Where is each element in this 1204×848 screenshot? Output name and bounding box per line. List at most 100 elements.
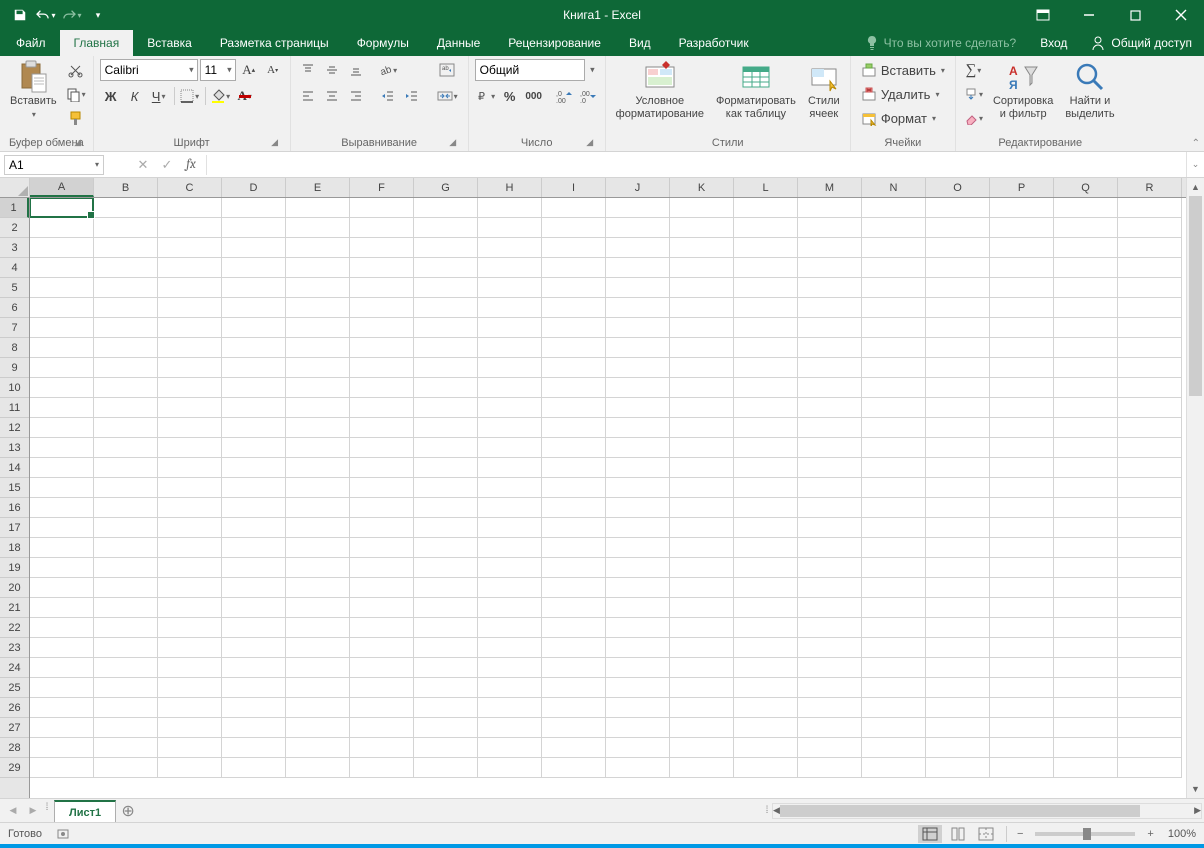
paste-button[interactable]: Вставить▾ [6, 59, 61, 123]
horizontal-scrollbar[interactable]: ◀ ▶ [772, 803, 1202, 819]
zoom-out-button[interactable]: − [1015, 828, 1025, 840]
tab-data[interactable]: Данные [423, 30, 494, 56]
page-break-view-button[interactable] [974, 825, 998, 843]
wrap-text-button[interactable]: ab [433, 59, 462, 81]
save-button[interactable] [8, 3, 32, 27]
percent-button[interactable]: % [499, 85, 521, 107]
cells-area[interactable] [30, 198, 1186, 798]
row-header-6[interactable]: 6 [0, 298, 29, 318]
alignment-dialog-launcher[interactable]: ◢ [446, 135, 460, 149]
font-color-button[interactable]: A▾ [234, 85, 256, 107]
find-select-button[interactable]: Найти и выделить [1061, 59, 1118, 123]
column-header-F[interactable]: F [350, 178, 414, 197]
expand-formula-bar-button[interactable]: ⌄ [1186, 152, 1204, 177]
vertical-scroll-thumb[interactable] [1189, 196, 1202, 396]
cut-button[interactable] [65, 59, 87, 81]
row-header-25[interactable]: 25 [0, 678, 29, 698]
macro-record-icon[interactable] [56, 827, 70, 841]
align-bottom-button[interactable] [345, 59, 367, 81]
increase-font-button[interactable]: A▴ [238, 59, 260, 81]
autosum-button[interactable]: ∑▾ [962, 59, 985, 81]
tab-split-handle[interactable]: ⁞ [44, 802, 50, 820]
delete-cells-button[interactable]: Удалить▾ [857, 83, 949, 105]
align-left-button[interactable] [297, 85, 319, 107]
row-header-16[interactable]: 16 [0, 498, 29, 518]
format-painter-button[interactable] [65, 107, 87, 129]
row-header-23[interactable]: 23 [0, 638, 29, 658]
ribbon-display-options-button[interactable] [1020, 0, 1066, 30]
page-layout-view-button[interactable] [946, 825, 970, 843]
sheet-nav-prev[interactable]: ◀ [4, 802, 22, 820]
scroll-right-button[interactable]: ▶ [1194, 802, 1201, 820]
name-box[interactable]: A1▾ [4, 155, 104, 175]
conditional-formatting-button[interactable]: Условное форматирование [612, 59, 708, 123]
column-header-A[interactable]: A [30, 178, 94, 197]
row-header-11[interactable]: 11 [0, 398, 29, 418]
italic-button[interactable]: К [124, 85, 146, 107]
column-header-D[interactable]: D [222, 178, 286, 197]
row-header-24[interactable]: 24 [0, 658, 29, 678]
zoom-slider[interactable] [1035, 832, 1135, 836]
borders-button[interactable]: ▾ [179, 85, 201, 107]
format-cells-button[interactable]: Формат▾ [857, 107, 949, 129]
row-header-29[interactable]: 29 [0, 758, 29, 778]
tab-page-layout[interactable]: Разметка страницы [206, 30, 343, 56]
column-header-B[interactable]: B [94, 178, 158, 197]
zoom-in-button[interactable]: + [1145, 828, 1155, 840]
sheet-nav-next[interactable]: ▶ [24, 802, 42, 820]
column-header-P[interactable]: P [990, 178, 1054, 197]
row-header-26[interactable]: 26 [0, 698, 29, 718]
signin-button[interactable]: Вход [1028, 36, 1079, 50]
align-right-button[interactable] [345, 85, 367, 107]
row-header-9[interactable]: 9 [0, 358, 29, 378]
column-header-E[interactable]: E [286, 178, 350, 197]
align-center-button[interactable] [321, 85, 343, 107]
row-header-27[interactable]: 27 [0, 718, 29, 738]
scroll-down-button[interactable]: ▼ [1187, 780, 1204, 798]
scroll-left-button[interactable]: ◀ [773, 802, 780, 820]
row-header-5[interactable]: 5 [0, 278, 29, 298]
tab-developer[interactable]: Разработчик [665, 30, 763, 56]
column-header-L[interactable]: L [734, 178, 798, 197]
tab-insert[interactable]: Вставка [133, 30, 206, 56]
column-header-C[interactable]: C [158, 178, 222, 197]
row-header-14[interactable]: 14 [0, 458, 29, 478]
font-name-combo[interactable] [100, 59, 198, 81]
column-header-O[interactable]: O [926, 178, 990, 197]
merge-center-button[interactable]: ▾ [433, 85, 462, 107]
decrease-font-button[interactable]: A▾ [262, 59, 284, 81]
column-header-G[interactable]: G [414, 178, 478, 197]
scroll-up-button[interactable]: ▲ [1187, 178, 1204, 196]
horizontal-scroll-thumb[interactable] [780, 805, 1140, 817]
tab-formulas[interactable]: Формулы [343, 30, 423, 56]
font-size-combo[interactable] [200, 59, 236, 81]
column-header-R[interactable]: R [1118, 178, 1182, 197]
orientation-button[interactable]: ab▾ [377, 59, 399, 81]
column-header-M[interactable]: M [798, 178, 862, 197]
row-header-21[interactable]: 21 [0, 598, 29, 618]
comma-style-button[interactable]: 000 [523, 85, 545, 107]
minimize-button[interactable] [1066, 0, 1112, 30]
tab-review[interactable]: Рецензирование [494, 30, 615, 56]
zoom-slider-thumb[interactable] [1083, 828, 1091, 840]
row-header-12[interactable]: 12 [0, 418, 29, 438]
customize-qat-button[interactable]: ▾ [86, 3, 110, 27]
increase-decimal-button[interactable]: ,0,00 [553, 85, 575, 107]
enter-formula-button[interactable]: ✓ [156, 155, 178, 175]
column-header-I[interactable]: I [542, 178, 606, 197]
column-header-N[interactable]: N [862, 178, 926, 197]
format-as-table-button[interactable]: Форматировать как таблицу [712, 59, 800, 123]
fill-color-button[interactable]: ▾ [210, 85, 232, 107]
number-dialog-launcher[interactable]: ◢ [583, 135, 597, 149]
zoom-level[interactable]: 100% [1168, 828, 1196, 840]
increase-indent-button[interactable] [401, 85, 423, 107]
cancel-formula-button[interactable]: ✕ [132, 155, 154, 175]
cell-styles-button[interactable]: Стили ячеек [804, 59, 844, 123]
align-top-button[interactable] [297, 59, 319, 81]
column-header-K[interactable]: K [670, 178, 734, 197]
row-header-15[interactable]: 15 [0, 478, 29, 498]
select-all-corner[interactable] [0, 178, 30, 198]
row-header-18[interactable]: 18 [0, 538, 29, 558]
vertical-scrollbar[interactable]: ▲ ▼ [1186, 178, 1204, 798]
normal-view-button[interactable] [918, 825, 942, 843]
